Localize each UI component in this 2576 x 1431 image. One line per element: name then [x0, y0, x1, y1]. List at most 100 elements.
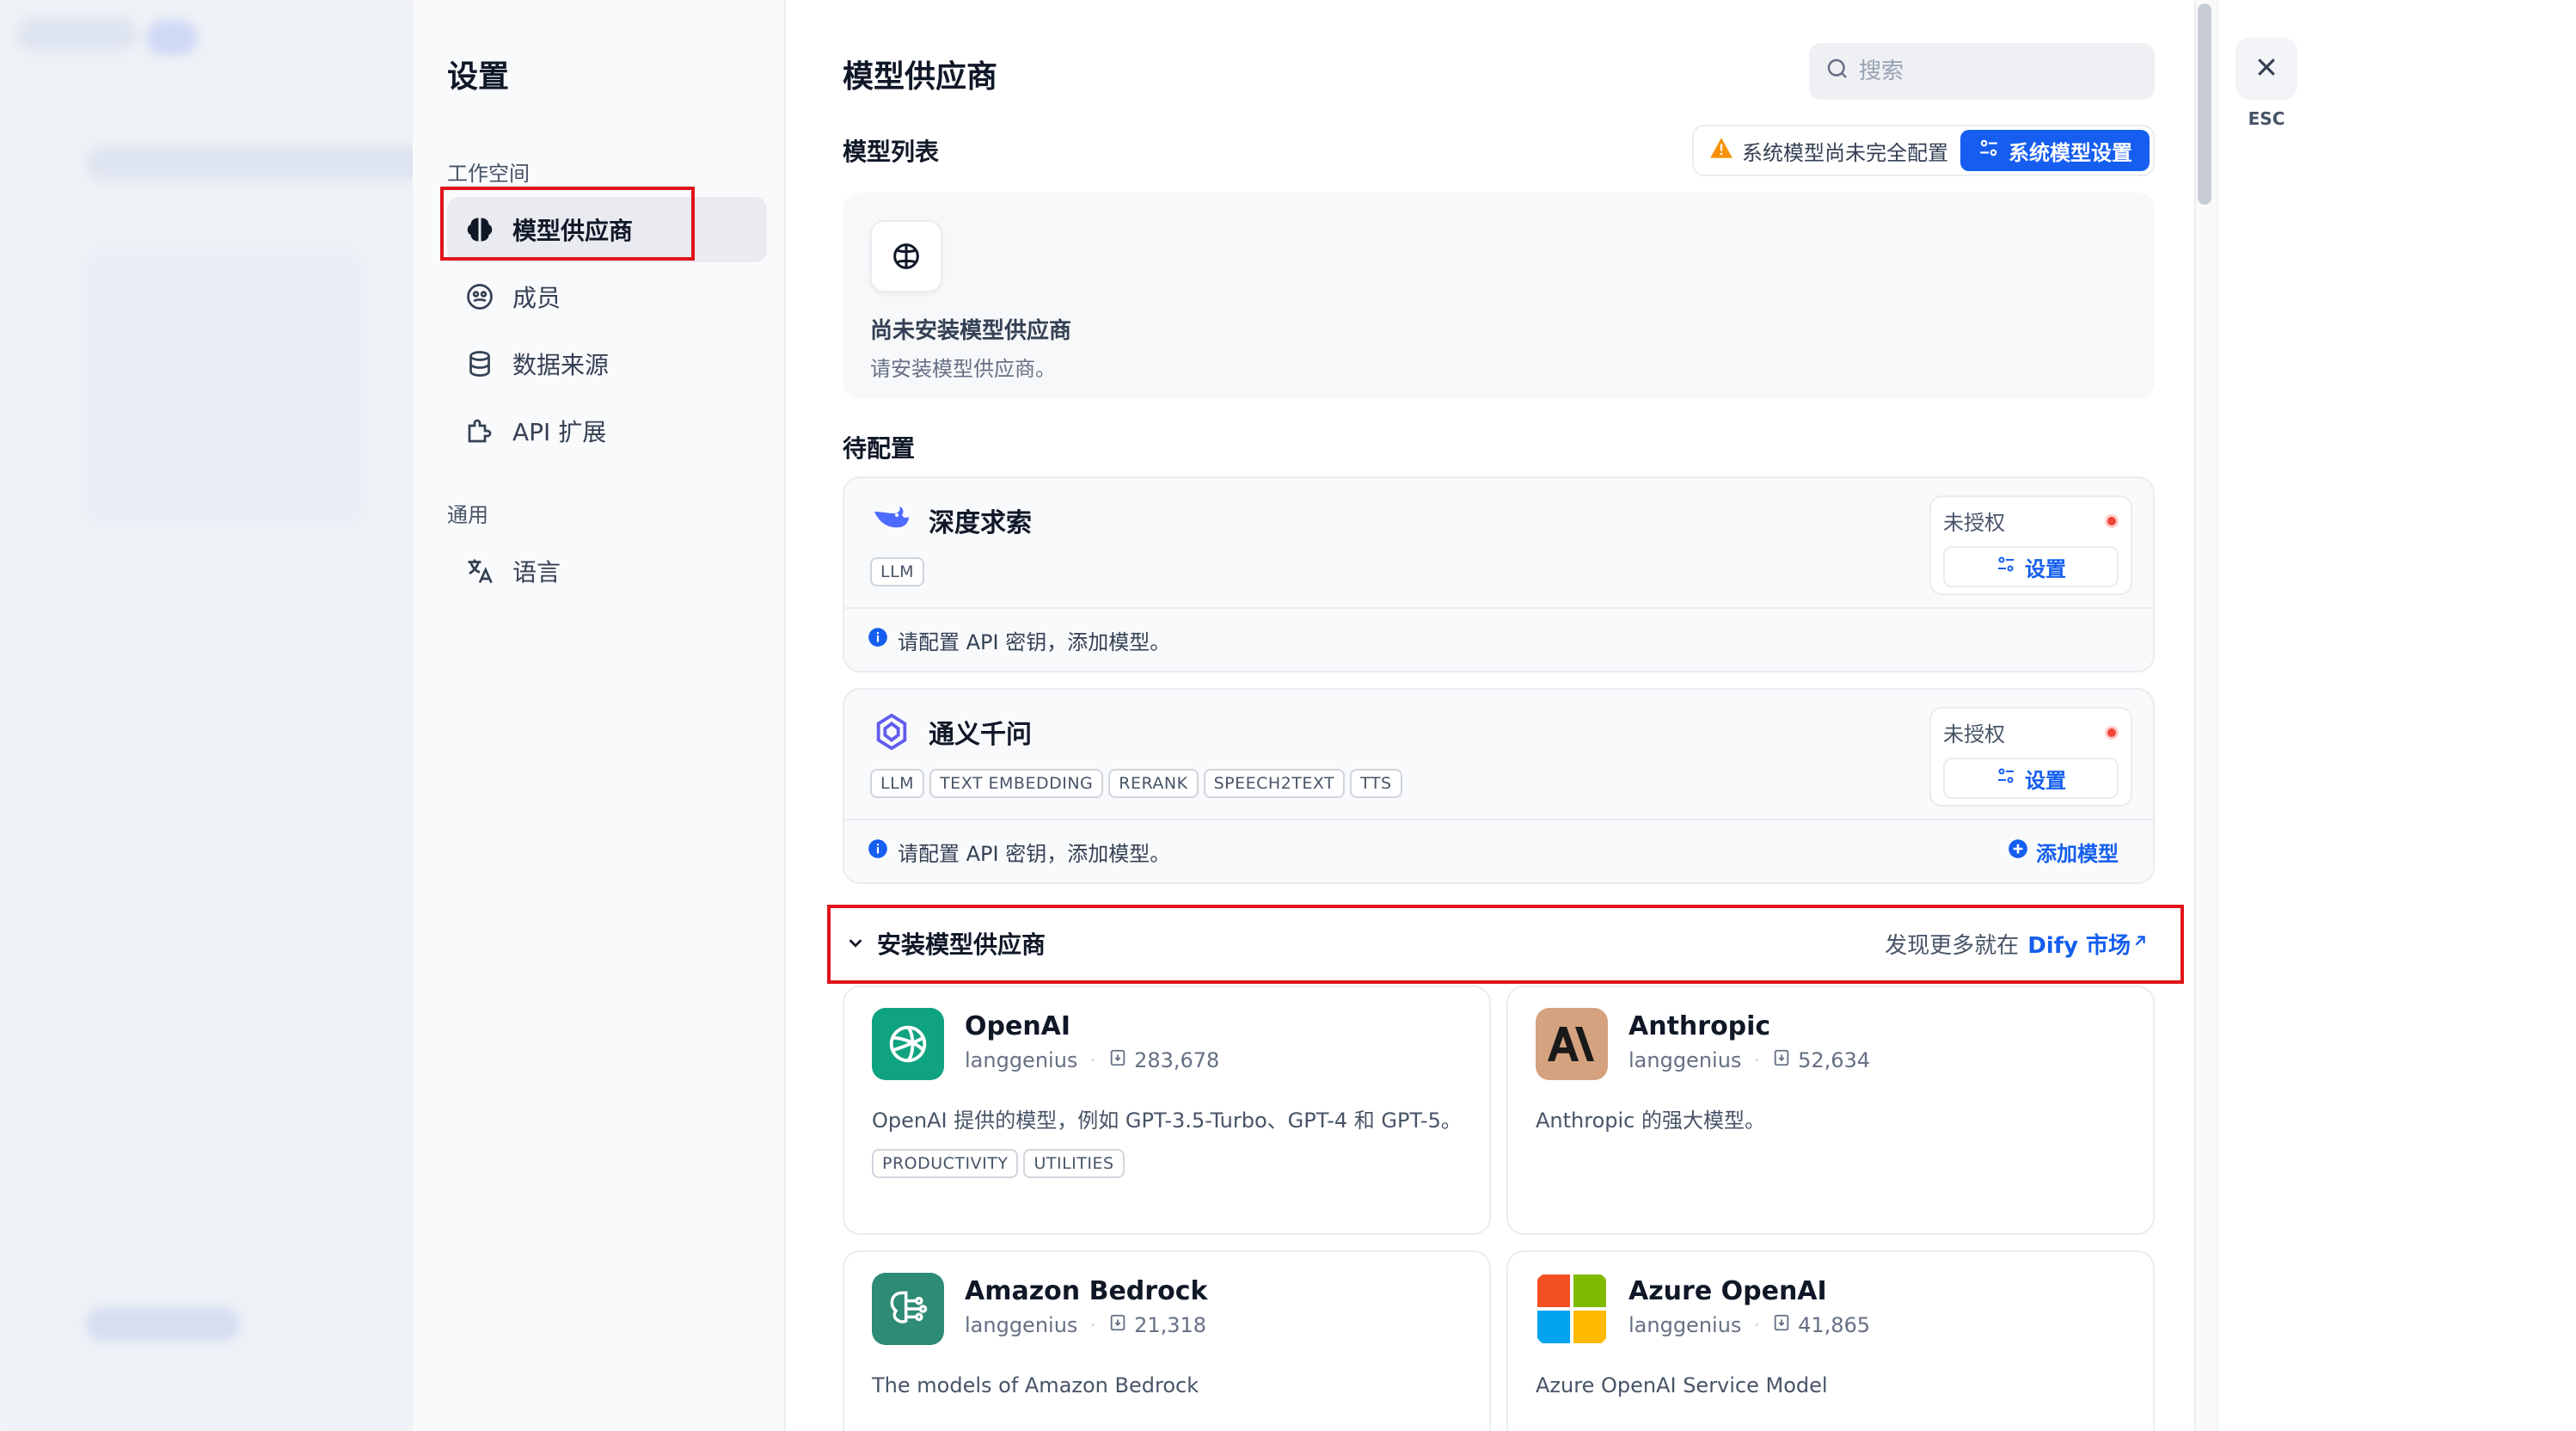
- puzzle-icon: [464, 415, 495, 446]
- card-footer: 请配置 API 密钥，添加模型。 添加模型: [844, 819, 2153, 882]
- add-model-button[interactable]: 添加模型: [2007, 837, 2119, 867]
- plugin-card-openai[interactable]: OpenAI langgenius · 283,678 OpenAI 提供的模型…: [843, 986, 1491, 1235]
- plugin-name: Azure OpenAI: [1628, 1276, 1827, 1306]
- download-icon: [1108, 1048, 1134, 1072]
- auth-box: 未授权 设置: [1929, 707, 2132, 807]
- download-icon: [1772, 1313, 1798, 1337]
- plugin-name: Amazon Bedrock: [965, 1276, 1208, 1306]
- plugin-meta: langgenius · 283,678: [965, 1048, 1219, 1072]
- plugin-description: OpenAI 提供的模型，例如 GPT-3.5-Turbo、GPT-4 和 GP…: [872, 1109, 1462, 1133]
- search-input[interactable]: [1859, 58, 2134, 84]
- empty-state: 尚未安装模型供应商 请安装模型供应商。: [843, 193, 2155, 399]
- sidebar-item-label: 语言: [512, 558, 561, 587]
- plugin-description: Azure OpenAI Service Model: [1536, 1373, 1828, 1397]
- database-icon: [464, 348, 495, 379]
- plugin-name: OpenAI: [965, 1011, 1071, 1041]
- close-icon: [2254, 54, 2279, 83]
- install-title: 安装模型供应商: [877, 930, 1046, 959]
- plugin-downloads: 283,678: [1134, 1048, 1220, 1072]
- download-icon: [1772, 1048, 1798, 1072]
- openai-logo-icon: [872, 1008, 944, 1080]
- provider-name: 通义千问: [929, 720, 1032, 750]
- download-icon: [1108, 1313, 1134, 1337]
- tag: RERANK: [1108, 769, 1199, 798]
- setup-button[interactable]: 设置: [1943, 758, 2119, 799]
- install-provider-row: 安装模型供应商 发现更多就在 Dify 市场: [827, 905, 2184, 984]
- main-content: 模型供应商 模型列表 系统模型尚未完全配置: [786, 0, 2210, 1431]
- members-icon: [464, 281, 495, 312]
- sidebar-item-label: 成员: [512, 284, 561, 312]
- provider-name: 深度求索: [929, 508, 1032, 538]
- setup-label: 设置: [2025, 768, 2066, 793]
- plugin-meta: langgenius · 41,865: [1628, 1313, 1870, 1337]
- sidebar-item-model-provider[interactable]: 模型供应商: [440, 187, 767, 262]
- close-button[interactable]: [2236, 38, 2297, 100]
- page-title: 模型供应商: [843, 59, 998, 95]
- info-text: 请配置 API 密钥，添加模型。: [898, 630, 1171, 654]
- separator-dot: ·: [1753, 1313, 1761, 1337]
- plugin-description: Anthropic 的强大模型。: [1536, 1109, 1765, 1133]
- plugin-description: The models of Amazon Bedrock: [872, 1373, 1199, 1397]
- plugin-downloads: 52,634: [1798, 1048, 1871, 1072]
- pending-label: 待配置: [843, 434, 916, 463]
- auth-box: 未授权 设置: [1929, 495, 2132, 595]
- market-prefix: 发现更多就在: [1885, 932, 2020, 959]
- tag: PRODUCTIVITY: [872, 1149, 1019, 1178]
- settings-sliders-icon: [1996, 765, 2025, 791]
- provider-card-tongyi: 通义千问 LLM TEXT EMBEDDING RERANK SPEECH2TE…: [843, 688, 2155, 884]
- marketplace-link[interactable]: Dify 市场: [2027, 928, 2150, 960]
- separator-dot: ·: [1089, 1313, 1097, 1337]
- plugin-card-anthropic[interactable]: Anthropic langgenius · 52,634 Anthropic …: [1506, 986, 2155, 1235]
- info-icon: [867, 626, 898, 654]
- plugin-card-amazon-bedrock[interactable]: Amazon Bedrock langgenius · 21,318 The m…: [843, 1250, 1491, 1431]
- tag: TEXT EMBEDDING: [929, 769, 1104, 798]
- sidebar-item-members[interactable]: 成员: [447, 264, 767, 329]
- plugin-meta: langgenius · 21,318: [965, 1313, 1207, 1337]
- right-column: [2218, 0, 2576, 1431]
- auth-status-text: 未授权: [1943, 722, 2005, 746]
- info-icon: [867, 838, 898, 865]
- model-brain-icon: [870, 220, 942, 292]
- tag: LLM: [870, 557, 925, 587]
- settings-sliders-icon: [1996, 554, 2025, 580]
- install-toggle[interactable]: 安装模型供应商: [846, 926, 1046, 961]
- add-model-label: 添加模型: [2036, 841, 2119, 866]
- scrollbar-thumb[interactable]: [2198, 3, 2211, 205]
- setup-label: 设置: [2025, 556, 2066, 581]
- status-dot: [2105, 725, 2119, 740]
- sidebar-item-language[interactable]: 语言: [447, 538, 767, 604]
- info-row: 请配置 API 密钥，添加模型。: [867, 837, 1170, 867]
- search-box[interactable]: [1809, 43, 2155, 100]
- plugin-author: langgenius: [1628, 1048, 1742, 1072]
- plugin-name: Anthropic: [1628, 1011, 1771, 1041]
- separator-dot: ·: [1753, 1048, 1761, 1072]
- marketplace-link-label: Dify 市场: [2027, 932, 2131, 959]
- sidebar-item-label: 模型供应商: [512, 217, 634, 245]
- plugin-grid: OpenAI langgenius · 283,678 OpenAI 提供的模型…: [843, 986, 2155, 1431]
- esc-label: ESC: [2248, 108, 2285, 129]
- plus-circle-icon: [2007, 838, 2036, 865]
- general-group-label: 通用: [447, 503, 488, 527]
- separator-dot: ·: [1089, 1048, 1097, 1072]
- setup-button[interactable]: 设置: [1943, 546, 2119, 587]
- translate-icon: [464, 556, 495, 587]
- scrollbar-track[interactable]: [2194, 0, 2217, 1431]
- plugin-downloads: 21,318: [1134, 1313, 1207, 1337]
- tag: LLM: [870, 769, 925, 798]
- settings-panel: 设置 工作空间 模型供应商 成员 数据来源 API 扩展 通用 语言 模型供应商…: [413, 0, 2210, 1431]
- plugin-downloads: 41,865: [1798, 1313, 1871, 1337]
- marketplace-link-row: 发现更多就在 Dify 市场: [1885, 928, 2150, 960]
- card-footer: 请配置 API 密钥，添加模型。: [844, 607, 2153, 671]
- auth-status: 未授权: [1943, 717, 2119, 747]
- status-dot: [2105, 513, 2119, 528]
- plugin-author: langgenius: [965, 1313, 1078, 1337]
- sidebar-item-data-source[interactable]: 数据来源: [447, 331, 767, 396]
- chevron-down-icon: [846, 930, 877, 958]
- plugin-card-azure-openai[interactable]: Azure OpenAI langgenius · 41,865 Azure O…: [1506, 1250, 2155, 1431]
- auth-status-text: 未授权: [1943, 511, 2005, 535]
- tag: SPEECH2TEXT: [1203, 769, 1346, 798]
- info-row: 请配置 API 密钥，添加模型。: [867, 625, 1170, 655]
- bedrock-logo-icon: [872, 1273, 944, 1345]
- sidebar-item-api-extension[interactable]: API 扩展: [447, 398, 767, 464]
- workspace-group-label: 工作空间: [447, 162, 530, 186]
